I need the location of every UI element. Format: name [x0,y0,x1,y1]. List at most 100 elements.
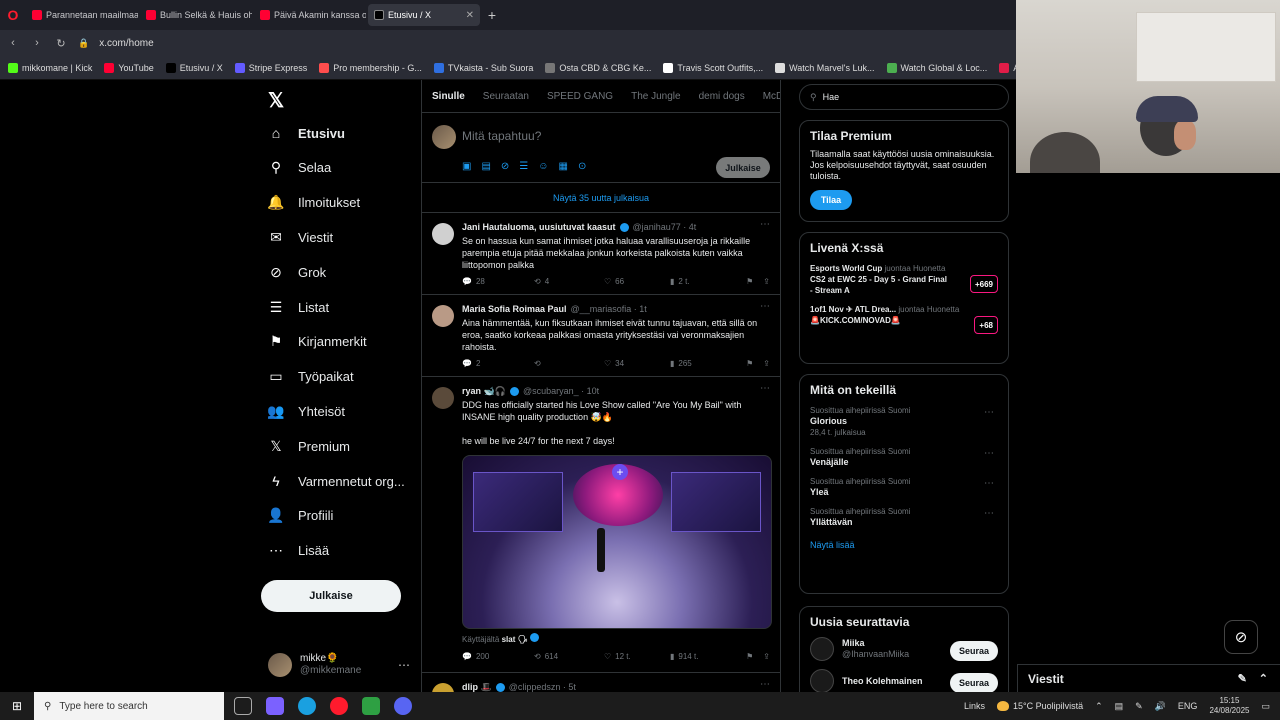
chevron-up-icon[interactable]: ⌃ [1095,701,1103,712]
tab-sinulle[interactable]: Sinulle [432,91,465,102]
avatar[interactable] [432,683,454,692]
tab-the-jungle[interactable]: The Jungle [631,91,680,102]
bookmark-item[interactable]: Pro membership - G... [319,62,422,73]
like-button[interactable]: ♡ 34 [604,358,670,370]
repost-button[interactable]: ⟲ 614 [534,651,604,663]
nav-item-yhteisöt[interactable]: 👥 Yhteisöt [267,403,345,419]
grok-icon[interactable]: ⊘ [501,161,509,172]
avatar[interactable] [432,387,454,409]
more-icon[interactable]: ⋯ [760,383,770,395]
repost-button[interactable]: ⟲ 4 [534,276,604,288]
trend-item[interactable]: Suosittua aihepiirissä Suomi Venäjälle ⋯ [810,446,998,468]
live-item[interactable]: 1of1 Nov ✈ ATL Drea... juontaa Huonetta … [810,304,998,334]
tweet[interactable]: dlip 🎩 @clippedszn · 5t ⋯ [422,673,780,692]
bookmark-icon[interactable]: ⚑ [746,276,753,288]
volume-icon[interactable]: 🔊 [1155,701,1166,712]
avatar[interactable] [432,305,454,327]
edge-icon[interactable] [298,697,316,715]
browser-tab-active[interactable]: Etusivu / X ✕ [368,4,480,26]
views-button[interactable]: ▮ 2 t. [670,276,744,288]
discord-icon[interactable] [394,697,412,715]
tweet-author-name[interactable]: Maria Sofia Roimaa Paul [462,303,567,315]
live-item[interactable]: Esports World Cup juontaa Huonetta CS2 a… [810,263,998,296]
trend-item[interactable]: Suosittua aihepiirissä Suomi Glorious 28… [810,405,998,438]
reload-icon[interactable]: ↻ [54,37,68,50]
location-icon[interactable]: ⊙ [578,161,586,172]
share-icon[interactable]: ⇪ [763,358,770,370]
task-view-icon[interactable] [234,697,252,715]
share-icon[interactable]: ⇪ [763,651,770,663]
nav-item-etusivu[interactable]: ⌂ Etusivu [268,125,345,141]
subscribe-button[interactable]: Tilaa [810,190,852,210]
bookmark-item[interactable]: Stripe Express [234,62,307,73]
nav-item-varmennetut-org-[interactable]: ϟ Varmennetut org... [268,473,404,489]
tweet-author-name[interactable]: dlip 🎩 [462,681,492,692]
nav-item-kirjanmerkit[interactable]: ⚑ Kirjanmerkit [268,333,367,350]
nav-item-grok[interactable]: ⊘ Grok [268,264,326,280]
messages-drawer[interactable]: Viestit ✎ ⌃ [1017,664,1280,692]
post-button[interactable]: Julkaise [261,580,401,612]
reply-button[interactable]: 💬 2 [462,358,534,370]
trend-item[interactable]: Suosittua aihepiirissä Suomi Yllättävän … [810,506,998,528]
nav-item-premium[interactable]: 𝕏 Premium [268,438,350,454]
more-icon[interactable]: ⋯ [984,448,994,459]
avatar[interactable] [432,223,454,245]
pen-icon[interactable]: ✎ [1135,701,1143,712]
windows-start-icon[interactable]: ⊞ [0,692,34,720]
like-button[interactable]: ♡ 12 t. [604,651,670,663]
forward-icon[interactable]: › [30,37,44,49]
bookmark-item[interactable]: mikkomane | Kick [8,62,92,73]
tweet[interactable]: ryan 🐋🎧 @scubaryan_ · 10t ⋯ DDG has offi… [422,377,780,673]
new-message-icon[interactable]: ✎ [1238,672,1247,685]
opera-logo-icon[interactable]: O [0,0,26,30]
browser-tab[interactable]: Parannetaan maailmaa fe [26,4,138,26]
bookmark-item[interactable]: Osta CBD & CBG Ke... [545,62,651,73]
share-icon[interactable]: ⇪ [763,276,770,288]
tab-mcdonal[interactable]: McDonal [763,91,780,102]
nav-item-profiili[interactable]: 👤 Profiili [267,507,333,524]
show-more-link[interactable]: Näytä lisää [810,540,998,550]
app-icon[interactable] [362,697,380,715]
more-icon[interactable]: ⋯ [984,407,994,418]
nav-item-lisää[interactable]: ⋯ Lisää [268,542,329,559]
reply-button[interactable]: 💬 200 [462,651,534,663]
new-tab-icon[interactable]: + [482,7,502,23]
schedule-icon[interactable]: ▦ [558,161,567,172]
tweet-author-name[interactable]: Jani Hautaluoma, uusiutuvat kaasut [462,221,616,233]
tab-speed-gang[interactable]: SPEED GANG [547,91,613,102]
search-input[interactable]: ⚲ Hae [799,84,1009,110]
weather-widget[interactable]: 15°C Puolipilvistä [996,701,1083,711]
views-button[interactable]: ▮ 914 t. [670,651,744,663]
widgets-icon[interactable] [266,697,284,715]
bookmark-item[interactable]: TVkaista - Sub Suora [433,62,533,73]
taskbar-search-input[interactable]: ⚲ Type here to search [34,692,224,720]
x-logo-icon[interactable]: 𝕏 [268,88,284,113]
bookmark-item[interactable]: Watch Global & Loc... [886,62,987,73]
repost-button[interactable]: ⟲ [534,358,604,370]
bookmark-item[interactable]: YouTube [104,62,154,73]
nav-item-selaa[interactable]: ⚲ Selaa [268,159,331,176]
follow-suggestion[interactable]: Theo Kolehmainen Seuraa [810,669,998,693]
grok-floating-button[interactable]: ⊘ [1224,620,1258,654]
tweet-author-name[interactable]: ryan 🐋🎧 [462,385,506,397]
account-switcher[interactable]: mikke🌻 @mikkemane ⋯ [268,653,410,677]
tab-demi-dogs[interactable]: demi dogs [699,91,745,102]
nav-item-ilmoitukset[interactable]: 🔔 Ilmoitukset [267,194,360,211]
bookmark-icon[interactable]: ⚑ [746,358,753,370]
nav-item-listat[interactable]: ☰ Listat [268,299,329,315]
bookmark-item[interactable]: Etusivu / X [165,62,223,73]
more-icon[interactable]: ⋯ [760,679,770,691]
more-icon[interactable]: ⋯ [398,658,410,672]
more-icon[interactable]: ⋯ [984,508,994,519]
show-new-posts[interactable]: Näytä 35 uutta julkaisua [422,183,780,213]
more-icon[interactable]: ⋯ [760,301,770,313]
follow-suggestion[interactable]: Miika @IhanvaanMiika Seuraa [810,637,998,661]
bookmark-item[interactable]: Travis Scott Outfits,... [663,62,763,73]
follow-button[interactable]: Seuraa [950,673,998,693]
close-tab-icon[interactable]: ✕ [466,10,474,21]
follow-button[interactable]: Seuraa [950,641,998,661]
media-credit-user[interactable]: slat 🗣 [502,635,528,644]
compose-input[interactable]: Mitä tapahtuu? [462,129,541,143]
tab-seuraatan[interactable]: Seuraatan [483,91,529,102]
tweet[interactable]: Jani Hautaluoma, uusiutuvat kaasut @jani… [422,213,780,295]
